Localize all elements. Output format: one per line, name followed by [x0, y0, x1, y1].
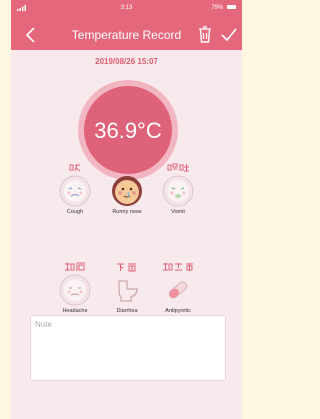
note-field[interactable]: Note	[30, 315, 226, 381]
headache-face-icon	[59, 274, 91, 306]
battery-icon	[227, 5, 236, 10]
symptom-cough-label: Cough	[66, 209, 84, 215]
battery-percent: 79%	[211, 5, 224, 11]
trash-icon[interactable]	[197, 26, 213, 44]
symptom-headache[interactable]: Headache	[45, 262, 105, 314]
note-placeholder: Note	[35, 320, 52, 329]
symptom-vomit[interactable]: Vomit	[148, 163, 208, 215]
app-screen: 3:13 79% Temperature Record 2019/08/26 1…	[11, 0, 242, 419]
symptom-antipyretic-label: Antipyretic	[165, 308, 191, 314]
record-datetime[interactable]: 2019/08/26 15:07	[11, 57, 242, 66]
vomit-face-icon	[162, 175, 194, 207]
nav-bar: Temperature Record	[11, 18, 242, 50]
pill-capsule-icon	[168, 281, 188, 299]
symptom-headache-label: Headache	[62, 308, 88, 314]
temperature-circle: 36.9°C	[84, 86, 172, 174]
status-time: 3:13	[120, 5, 133, 11]
status-bar: 3:13 79%	[11, 0, 242, 18]
symptom-cough[interactable]: Cough	[45, 163, 105, 215]
cough-kanji-mark	[69, 164, 81, 172]
symptom-vomit-label: Vomit	[171, 209, 185, 215]
battery-status: 79%	[211, 5, 236, 11]
symptom-antipyretic[interactable]: Antipyretic	[148, 262, 208, 314]
cough-face-icon	[59, 175, 91, 207]
confirm-check-icon[interactable]	[220, 26, 238, 44]
headache-kanji-mark	[65, 262, 85, 271]
temperature-value: 36.9°C	[94, 118, 162, 143]
antipyretic-kanji-mark	[163, 263, 193, 271]
vomit-kanji-mark	[167, 163, 189, 172]
runny-nose-face-icon	[112, 176, 142, 206]
toilet-icon	[118, 280, 138, 302]
